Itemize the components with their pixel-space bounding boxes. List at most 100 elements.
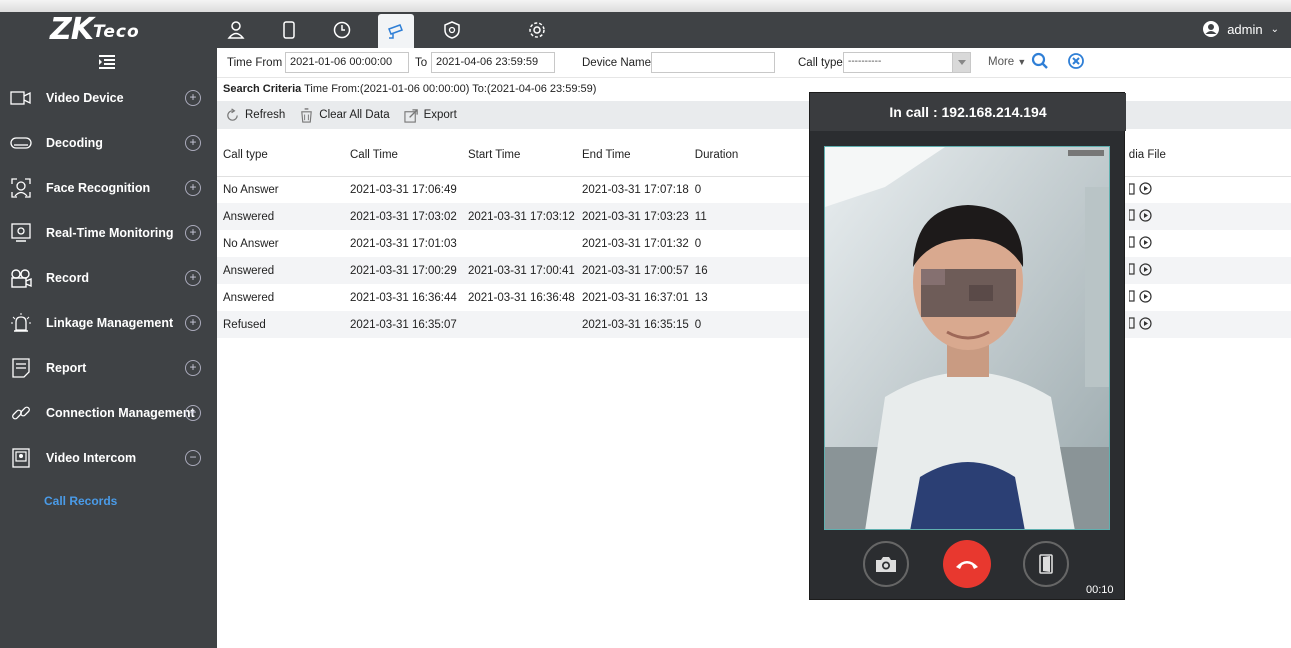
- export-icon: [403, 108, 418, 123]
- table-row[interactable]: Answered 2021-03-31 16:36:44 2021-03-31 16…: [217, 284, 1291, 311]
- expand-icon[interactable]: +: [185, 270, 201, 286]
- cell-call-time: 2021-03-31 17:03:02: [344, 203, 462, 230]
- cell-media-file: [1122, 203, 1291, 230]
- unlock-door-button[interactable]: [1023, 541, 1069, 587]
- gear-icon[interactable]: [519, 14, 555, 46]
- filter-bar: Time From 2021-01-06 00:00:00 To 2021-04…: [217, 48, 1291, 78]
- snapshot-button[interactable]: [863, 541, 909, 587]
- sidebar-item-label: Decoding: [46, 136, 103, 150]
- table-header-row: Call type Call Time Start Time End Time …: [217, 134, 1291, 177]
- media-file-icon[interactable]: [1128, 290, 1135, 302]
- col-duration[interactable]: Duration: [688, 134, 803, 177]
- sidebar-item-linkage-management[interactable]: Linkage Management +: [0, 303, 217, 343]
- media-file-icon[interactable]: [1128, 182, 1135, 195]
- more-toggle[interactable]: More ▼: [988, 56, 1026, 68]
- clear-search-icon[interactable]: [1067, 52, 1085, 70]
- expand-icon[interactable]: +: [185, 315, 201, 331]
- table-row[interactable]: Refused 2021-03-31 16:35:07 2021-03-31 16:…: [217, 311, 1291, 338]
- time-from-input[interactable]: 2021-01-06 00:00:00: [285, 52, 409, 73]
- media-file-icon[interactable]: [1128, 263, 1135, 275]
- door-icon[interactable]: [271, 14, 307, 46]
- sidebar-item-connection-management[interactable]: Connection Management +: [0, 393, 217, 433]
- cell-end-time: 2021-03-31 17:01:32: [582, 237, 689, 250]
- search-icon[interactable]: [1031, 52, 1049, 70]
- play-icon[interactable]: [1139, 182, 1152, 195]
- search-criteria-label: Search Criteria: [223, 83, 302, 95]
- cell-media-file: [1123, 176, 1291, 203]
- collapse-menu-icon[interactable]: [96, 54, 118, 70]
- cell-call-type: Refused: [217, 311, 344, 338]
- clock-icon[interactable]: [324, 14, 360, 46]
- expand-icon[interactable]: +: [185, 180, 201, 196]
- sidebar-item-decoding[interactable]: Decoding +: [0, 123, 217, 163]
- export-label: Export: [423, 109, 457, 121]
- table-row[interactable]: No Answer 2021-03-31 17:06:49 2021-03-31 1…: [217, 176, 1291, 203]
- time-from-label: Time From: [227, 57, 283, 69]
- page: ZKTeco admin ⌄ Video Device + Decoding +: [0, 0, 1291, 648]
- col-end-time[interactable]: End Time: [576, 134, 689, 177]
- sidebar-item-real-time-monitoring[interactable]: Real-Time Monitoring +: [0, 213, 217, 253]
- cell-media-file: [1122, 257, 1291, 284]
- table-row[interactable]: No Answer 2021-03-31 17:01:03 2021-03-31 1…: [217, 230, 1291, 257]
- play-icon[interactable]: [1139, 263, 1152, 276]
- top-fade: [0, 0, 1291, 12]
- shield-icon[interactable]: [434, 14, 470, 46]
- camera-snapshot-icon: [876, 557, 896, 572]
- col-call-type[interactable]: Call type: [217, 134, 344, 177]
- camera-icon[interactable]: [378, 14, 414, 48]
- sidebar-item-record[interactable]: Record +: [0, 258, 217, 298]
- play-icon[interactable]: [1139, 209, 1152, 222]
- logo-main: ZK: [50, 12, 94, 47]
- cell-call-time: 2021-03-31 17:00:29: [344, 257, 462, 284]
- expand-icon[interactable]: +: [185, 405, 201, 421]
- table-row[interactable]: Answered 2021-03-31 17:03:02 2021-03-31 17…: [217, 203, 1291, 230]
- cell-start-time: 2021-03-31 16:36:48: [468, 291, 575, 304]
- clear-all-data-button[interactable]: Clear All Data: [299, 107, 390, 123]
- play-icon[interactable]: [1139, 290, 1152, 303]
- table-row[interactable]: Answered 2021-03-31 17:00:29 2021-03-31 17…: [217, 257, 1291, 284]
- cell-call-type: No Answer: [223, 183, 279, 196]
- collapse-icon[interactable]: −: [185, 450, 201, 466]
- refresh-button[interactable]: Refresh: [225, 107, 285, 123]
- expand-icon[interactable]: +: [185, 225, 201, 241]
- sidebar-item-video-intercom[interactable]: Video Intercom −: [0, 438, 217, 478]
- cell-call-type: No Answer: [223, 237, 279, 250]
- call-timer: 00:10: [1086, 584, 1114, 596]
- cell-media-file: [1122, 311, 1291, 338]
- call-type-label: Call type: [798, 57, 843, 69]
- cell-start-time: [462, 230, 576, 257]
- sidebar-item-face-recognition[interactable]: Face Recognition +: [0, 168, 217, 208]
- col-call-time[interactable]: Call Time: [344, 134, 462, 177]
- video-frame: [825, 147, 1109, 529]
- cell-end-time: 2021-03-31 17:07:18: [582, 183, 689, 196]
- media-file-icon[interactable]: [1128, 317, 1135, 329]
- call-type-select[interactable]: ----------: [843, 52, 971, 73]
- logo-sub: Teco: [93, 22, 140, 42]
- time-to-input[interactable]: 2021-04-06 23:59:59: [431, 52, 555, 73]
- media-file-icon[interactable]: [1128, 209, 1135, 221]
- more-label: More: [988, 56, 1015, 68]
- play-icon[interactable]: [1139, 317, 1152, 330]
- person-icon[interactable]: [218, 14, 254, 46]
- user-menu[interactable]: admin ⌄: [1203, 18, 1279, 40]
- record-icon: [10, 267, 32, 289]
- expand-icon[interactable]: +: [185, 135, 201, 151]
- expand-icon[interactable]: +: [185, 360, 201, 376]
- sidebar-item-video-device[interactable]: Video Device +: [0, 78, 217, 118]
- device-name-input[interactable]: [651, 52, 775, 73]
- intercom-icon: [10, 447, 32, 469]
- cell-end-time: 2021-03-31 16:35:15: [576, 311, 689, 338]
- export-button[interactable]: Export: [403, 108, 457, 123]
- clear-data-icon: [301, 107, 313, 123]
- hang-up-button[interactable]: [943, 540, 991, 588]
- expand-icon[interactable]: +: [185, 90, 201, 106]
- app-logo: ZKTeco: [50, 14, 140, 46]
- sidebar-subitem-call-records[interactable]: Call Records: [44, 494, 117, 508]
- media-file-icon[interactable]: [1128, 236, 1135, 248]
- call-title: In call : 192.168.214.194: [810, 93, 1126, 131]
- play-icon[interactable]: [1139, 236, 1152, 249]
- col-start-time[interactable]: Start Time: [462, 134, 576, 177]
- sidebar-item-report[interactable]: Report +: [0, 348, 217, 388]
- sidebar-item-label: Video Intercom: [46, 451, 137, 465]
- col-media-file[interactable]: dia File: [1122, 134, 1291, 177]
